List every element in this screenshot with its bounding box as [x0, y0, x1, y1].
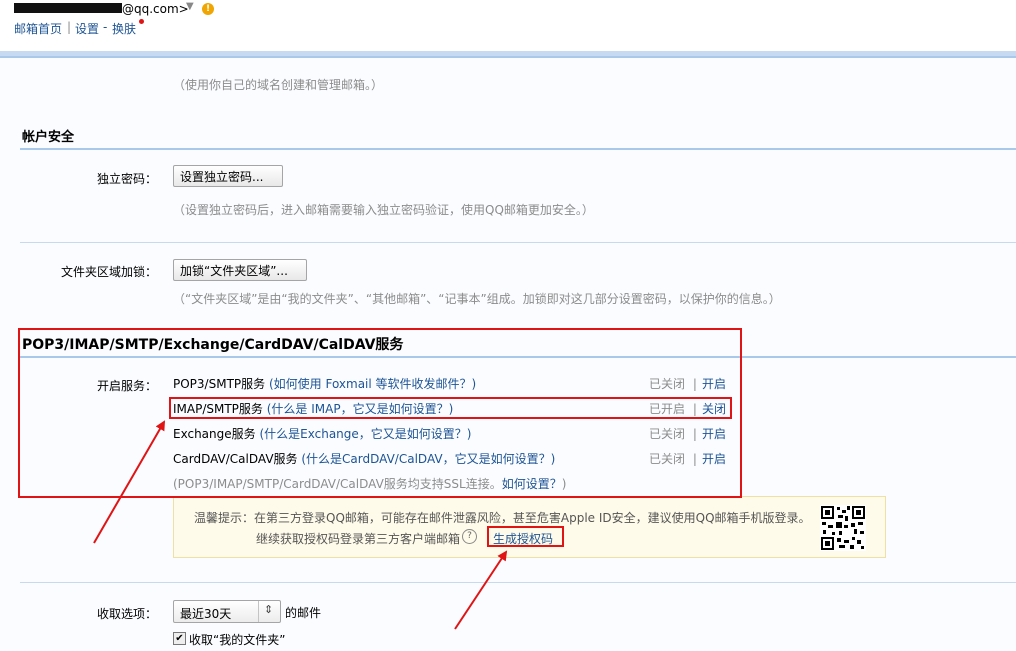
arrow-to-auth-code	[454, 550, 508, 630]
arrow-to-imap	[93, 420, 166, 544]
annotation-arrows	[93, 420, 508, 630]
